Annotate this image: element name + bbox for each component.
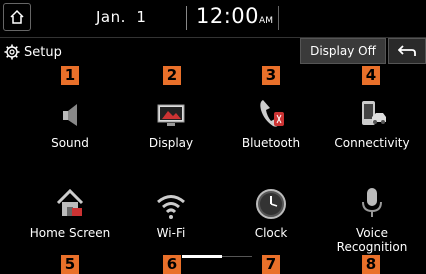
menu-item-label: Voice Recognition bbox=[336, 226, 408, 254]
page-title-text: Setup bbox=[24, 44, 62, 60]
menu-item-bluetooth[interactable]: Bluetooth bbox=[221, 86, 321, 150]
menu-item-label: Clock bbox=[254, 226, 288, 240]
callout-badge: 1 bbox=[61, 66, 79, 85]
wifi-icon bbox=[157, 195, 185, 219]
callout-badge: 2 bbox=[163, 66, 181, 85]
back-button[interactable] bbox=[388, 38, 426, 64]
divider bbox=[186, 6, 187, 30]
menu-item-label: Bluetooth bbox=[241, 136, 301, 150]
menu-item-wifi[interactable]: Wi-Fi bbox=[121, 176, 221, 240]
menu-item-voice-recognition[interactable]: Voice Recognition bbox=[322, 176, 422, 254]
menu-item-label: Home Screen bbox=[29, 226, 111, 240]
callout-badge: 4 bbox=[362, 66, 380, 85]
page-indicator bbox=[182, 255, 252, 258]
home-button[interactable] bbox=[3, 3, 31, 31]
speaker-icon bbox=[63, 104, 77, 126]
time-value: 12:00 bbox=[196, 4, 260, 28]
menu-item-clock[interactable]: Clock bbox=[221, 176, 321, 240]
callout-badge: 5 bbox=[61, 255, 79, 274]
menu-item-display[interactable]: Display bbox=[121, 86, 221, 150]
back-arrow-icon bbox=[398, 45, 416, 56]
page-title: Setup bbox=[4, 41, 62, 63]
menu-item-label: Wi-Fi bbox=[156, 226, 186, 240]
page-indicator-inactive bbox=[222, 256, 252, 257]
header-bar: Setup Display Off bbox=[0, 37, 426, 64]
microphone-icon bbox=[362, 188, 382, 217]
date-display: Jan. 1 bbox=[96, 8, 147, 26]
callout-badge: 3 bbox=[262, 66, 280, 85]
page-indicator-active bbox=[182, 255, 222, 258]
callout-badge: 8 bbox=[362, 255, 380, 274]
callout-badge: 6 bbox=[163, 255, 181, 274]
status-bar: Jan. 1 12:00AM bbox=[0, 0, 426, 36]
monitor-icon bbox=[157, 104, 185, 126]
ampm-indicator: AM bbox=[259, 16, 273, 26]
menu-item-label: Connectivity bbox=[334, 136, 410, 150]
display-off-button[interactable]: Display Off bbox=[300, 38, 386, 64]
menu-item-label: Display bbox=[148, 136, 194, 150]
menu-item-label: Sound bbox=[51, 136, 89, 150]
menu-item-connectivity[interactable]: Connectivity bbox=[322, 86, 422, 150]
home-screen-icon bbox=[56, 188, 84, 216]
phone-car-icon bbox=[362, 101, 386, 125]
callout-badge: 7 bbox=[262, 255, 280, 274]
home-icon bbox=[10, 9, 24, 24]
menu-item-sound[interactable]: Sound bbox=[20, 86, 120, 150]
menu-item-home-screen[interactable]: Home Screen bbox=[20, 176, 120, 240]
clock-icon bbox=[256, 189, 286, 219]
clock-display: 12:00AM bbox=[196, 4, 273, 28]
bluetooth-phone-icon bbox=[260, 100, 284, 127]
divider bbox=[278, 6, 279, 30]
gear-icon bbox=[4, 44, 20, 60]
